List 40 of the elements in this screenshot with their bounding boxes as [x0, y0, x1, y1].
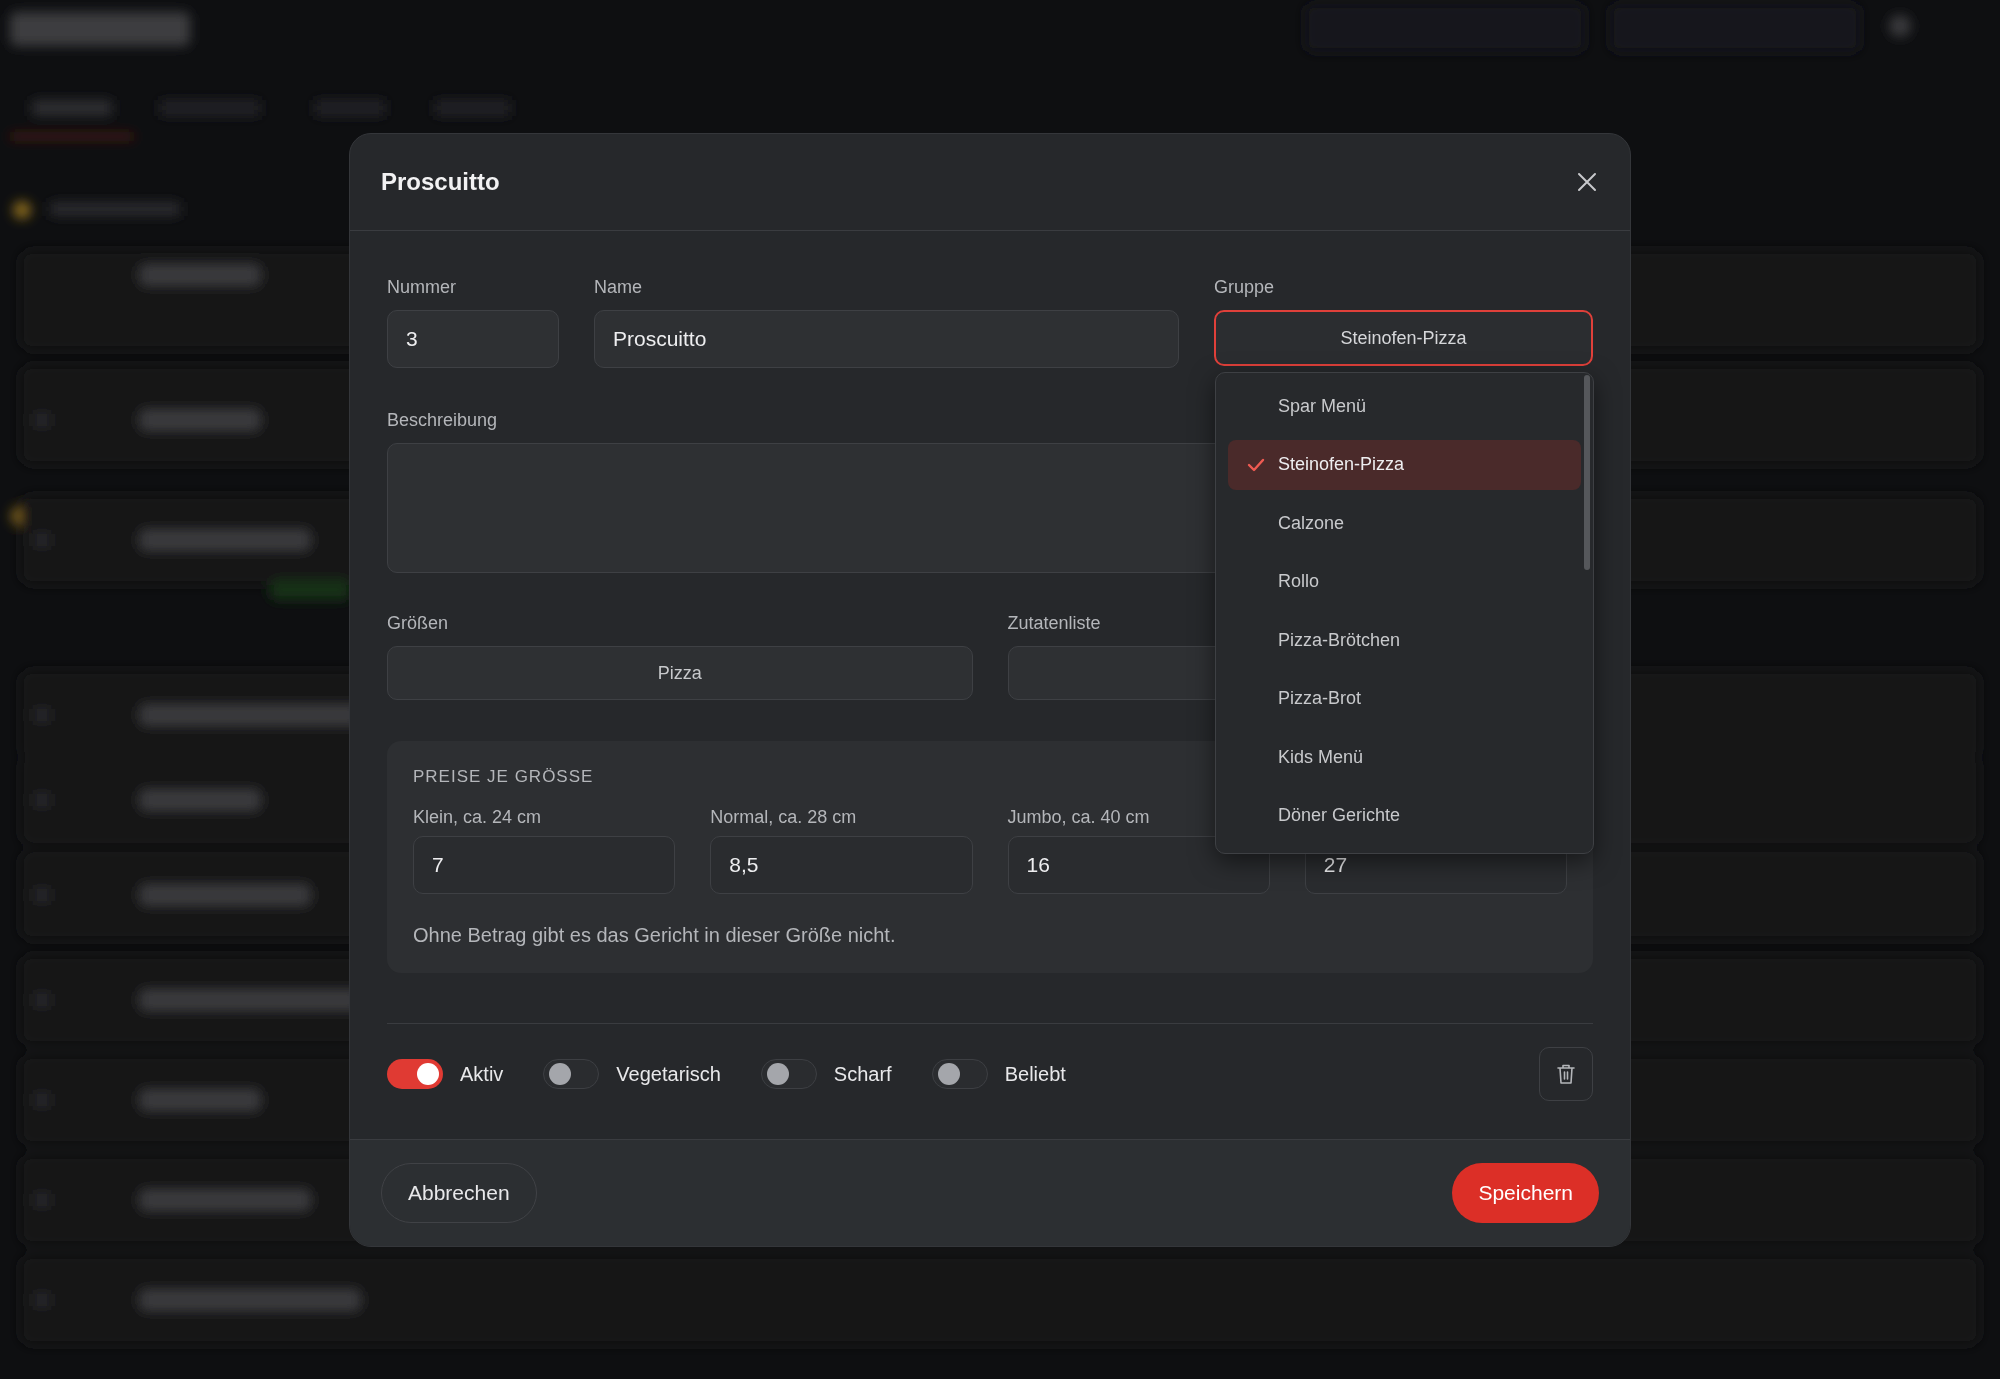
section-heading: PREISE JE GRÖSSE [413, 767, 595, 787]
field-label: Größen [387, 613, 449, 634]
name-field[interactable]: Proscuitto [594, 310, 1179, 368]
group-select[interactable]: Steinofen-Pizza [1214, 310, 1593, 366]
sizes-button[interactable]: Pizza [387, 646, 973, 700]
close-icon[interactable] [1576, 171, 1598, 193]
menu-item[interactable]: Steinofen-Pizza [1228, 439, 1581, 490]
toggle-switch[interactable] [387, 1059, 443, 1089]
field-label: Gruppe [1214, 277, 1275, 298]
menu-item[interactable]: Spar Menü [1228, 381, 1581, 431]
toggle-switch[interactable] [760, 1059, 817, 1089]
number-field[interactable]: 3 [387, 310, 559, 368]
toggle-label: Vegetarisch [616, 1062, 721, 1086]
toggle-label: Scharf [833, 1062, 892, 1086]
save-button[interactable]: Speichern [1452, 1163, 1599, 1223]
trash-icon [1556, 1063, 1576, 1085]
menu-item[interactable]: Pizza-Brötchen [1228, 615, 1581, 665]
field-label: Beschreibung [387, 410, 498, 431]
price-label: Klein, ca. 24 cm [413, 807, 542, 827]
menu-item[interactable]: Kids Menü [1228, 732, 1581, 782]
price-label: Normal, ca. 28 cm [710, 807, 857, 827]
field-label: Nummer [387, 277, 456, 298]
toggle-label: Beliebt [1004, 1062, 1066, 1086]
menu-item[interactable]: Calzone [1228, 498, 1581, 548]
delete-button[interactable] [1539, 1047, 1593, 1101]
price-field[interactable]: 16 [1007, 836, 1270, 894]
check-icon [1246, 456, 1266, 473]
price-label: Jumbo, ca. 40 cm [1007, 807, 1150, 827]
toggle-switch[interactable] [543, 1059, 600, 1089]
price-field[interactable]: 8,5 [710, 836, 973, 894]
field-label: Zutatenliste [1007, 613, 1101, 634]
toggle-label: Aktiv [460, 1062, 504, 1086]
field-label: Name [594, 277, 642, 298]
menu-item[interactable]: Pizza-Brot [1228, 673, 1581, 724]
menu-item[interactable]: Rollo [1228, 556, 1581, 607]
price-field[interactable]: 7 [413, 836, 676, 894]
dialog-title: Proscuitto [381, 168, 500, 196]
toggle-switch[interactable] [931, 1059, 988, 1089]
scrollbar[interactable] [1584, 375, 1590, 570]
hint-text: Ohne Betrag gibt es das Gericht in dieser Größe nicht. [413, 924, 896, 947]
